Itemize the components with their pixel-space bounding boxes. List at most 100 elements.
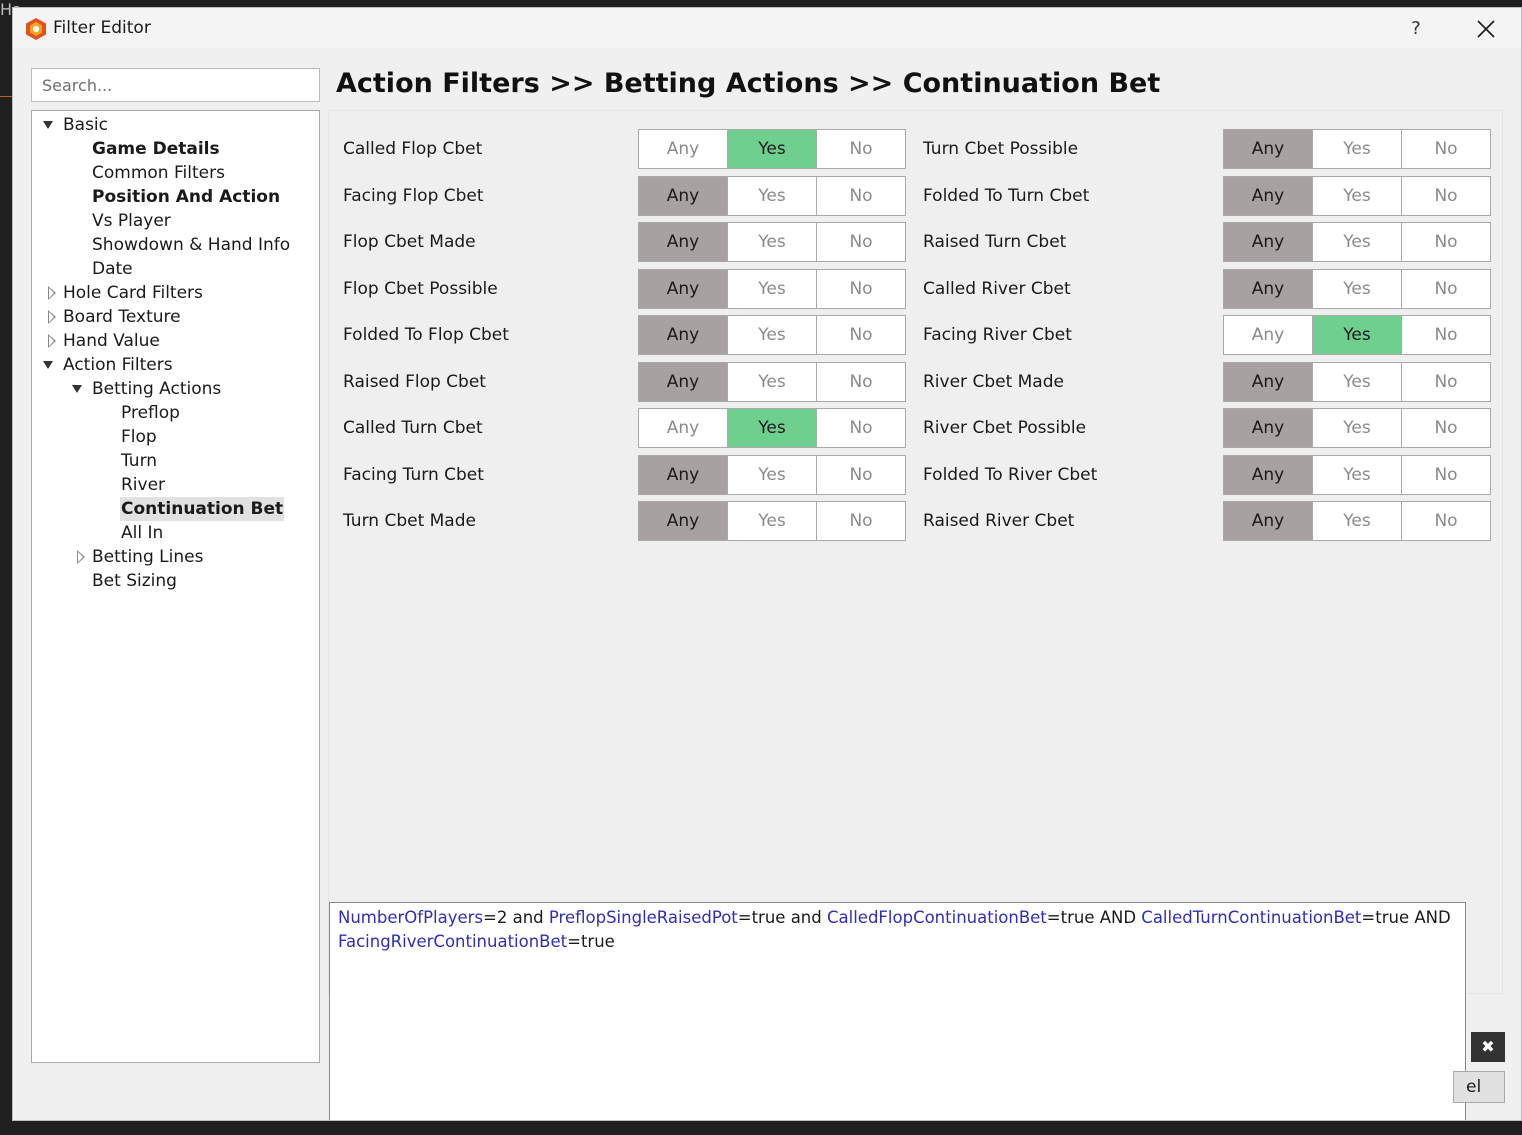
tree-item-bet-sizing[interactable]: Bet Sizing xyxy=(32,569,319,593)
option-any-button[interactable]: Any xyxy=(1223,176,1313,216)
option-any-button[interactable]: Any xyxy=(1223,269,1313,309)
tree-item-vs-player[interactable]: Vs Player xyxy=(32,209,319,233)
option-no-button[interactable]: No xyxy=(1401,362,1491,402)
filter-label-called-turn-cbet: Called Turn Cbet xyxy=(343,418,483,438)
tree-item-position-and-action[interactable]: Position And Action xyxy=(32,185,319,209)
tree-item-betting-lines[interactable]: Betting Lines xyxy=(32,545,319,569)
tree-item-action-filters[interactable]: Action Filters xyxy=(32,353,319,377)
option-no-button[interactable]: No xyxy=(816,129,906,169)
option-any-button[interactable]: Any xyxy=(638,269,728,309)
toggle-group-turn-cbet-possible: Any Yes No xyxy=(1223,129,1493,169)
toggle-group-folded-to-river-cbet: Any Yes No xyxy=(1223,455,1493,495)
collapsed-arrow-icon[interactable] xyxy=(48,310,56,324)
expanded-arrow-icon[interactable] xyxy=(43,361,53,369)
option-yes-button[interactable]: Yes xyxy=(1312,501,1402,541)
option-any-button[interactable]: Any xyxy=(638,176,728,216)
option-yes-button[interactable]: Yes xyxy=(1312,362,1402,402)
option-any-button[interactable]: Any xyxy=(638,501,728,541)
tree-item-hand-value[interactable]: Hand Value xyxy=(32,329,319,353)
tree-item-flop[interactable]: Flop xyxy=(32,425,319,449)
close-button[interactable] xyxy=(1468,14,1504,44)
option-any-button[interactable]: Any xyxy=(1223,315,1313,355)
option-any-button[interactable]: Any xyxy=(1223,455,1313,495)
option-any-button[interactable]: Any xyxy=(638,408,728,448)
option-yes-button[interactable]: Yes xyxy=(1312,408,1402,448)
collapsed-arrow-icon[interactable] xyxy=(48,334,56,348)
option-any-button[interactable]: Any xyxy=(638,129,728,169)
tree-item-all-in[interactable]: All In xyxy=(32,521,319,545)
option-yes-button[interactable]: Yes xyxy=(727,362,817,402)
expression-field-name: FacingRiverContinuationBet xyxy=(338,932,568,951)
option-yes-button[interactable]: Yes xyxy=(727,501,817,541)
option-any-button[interactable]: Any xyxy=(1223,362,1313,402)
tree-item-common-filters[interactable]: Common Filters xyxy=(32,161,319,185)
filter-label-folded-to-turn-cbet: Folded To Turn Cbet xyxy=(923,186,1090,206)
expanded-arrow-icon[interactable] xyxy=(43,121,53,129)
expression-field-name: CalledTurnContinuationBet xyxy=(1141,908,1362,927)
option-no-button[interactable]: No xyxy=(1401,455,1491,495)
filter-expression-box[interactable]: NumberOfPlayers=2 and PreflopSingleRaise… xyxy=(329,902,1466,1120)
tree-item-game-details[interactable]: Game Details xyxy=(32,137,319,161)
expression-operator-text: =true AND xyxy=(1046,908,1142,927)
option-no-button[interactable]: No xyxy=(1401,315,1491,355)
option-no-button[interactable]: No xyxy=(816,501,906,541)
help-button[interactable]: ? xyxy=(1399,16,1433,42)
option-no-button[interactable]: No xyxy=(1401,176,1491,216)
tree-item-date[interactable]: Date xyxy=(32,257,319,281)
tree-item-showdown-hand-info[interactable]: Showdown & Hand Info xyxy=(32,233,319,257)
option-yes-button[interactable]: Yes xyxy=(1312,129,1402,169)
option-no-button[interactable]: No xyxy=(816,408,906,448)
option-yes-button[interactable]: Yes xyxy=(1312,176,1402,216)
option-any-button[interactable]: Any xyxy=(1223,222,1313,262)
tree-item-board-texture[interactable]: Board Texture xyxy=(32,305,319,329)
option-yes-button[interactable]: Yes xyxy=(727,315,817,355)
tree-item-betting-actions[interactable]: Betting Actions xyxy=(32,377,319,401)
option-yes-button[interactable]: Yes xyxy=(1312,315,1402,355)
option-any-button[interactable]: Any xyxy=(1223,501,1313,541)
collapsed-arrow-icon[interactable] xyxy=(77,550,85,564)
option-yes-button[interactable]: Yes xyxy=(727,455,817,495)
option-yes-button[interactable]: Yes xyxy=(727,269,817,309)
clear-expression-button[interactable]: ✖ xyxy=(1471,1032,1505,1062)
tree-item-turn[interactable]: Turn xyxy=(32,449,319,473)
option-any-button[interactable]: Any xyxy=(1223,408,1313,448)
option-any-button[interactable]: Any xyxy=(638,455,728,495)
option-any-button[interactable]: Any xyxy=(1223,129,1313,169)
filter-label-turn-cbet-possible: Turn Cbet Possible xyxy=(923,139,1079,159)
cancel-button[interactable]: el xyxy=(1453,1071,1505,1103)
option-yes-button[interactable]: Yes xyxy=(727,176,817,216)
option-no-button[interactable]: No xyxy=(1401,501,1491,541)
tree-item-hole-card-filters[interactable]: Hole Card Filters xyxy=(32,281,319,305)
tree-item-basic[interactable]: Basic xyxy=(32,113,319,137)
tree-item-preflop[interactable]: Preflop xyxy=(32,401,319,425)
search-input[interactable] xyxy=(31,68,320,102)
tree-item-label: Position And Action xyxy=(92,187,281,207)
option-any-button[interactable]: Any xyxy=(638,315,728,355)
option-no-button[interactable]: No xyxy=(816,269,906,309)
toggle-group-flop-cbet-made: Any Yes No xyxy=(638,222,908,262)
option-yes-button[interactable]: Yes xyxy=(727,222,817,262)
option-no-button[interactable]: No xyxy=(816,362,906,402)
option-no-button[interactable]: No xyxy=(816,315,906,355)
option-no-button[interactable]: No xyxy=(1401,129,1491,169)
option-no-button[interactable]: No xyxy=(816,455,906,495)
option-no-button[interactable]: No xyxy=(816,222,906,262)
option-any-button[interactable]: Any xyxy=(638,362,728,402)
option-no-button[interactable]: No xyxy=(816,176,906,216)
tree-item-label: Action Filters xyxy=(63,355,173,375)
expression-field-name: PreflopSingleRaisedPot xyxy=(548,908,738,927)
option-no-button[interactable]: No xyxy=(1401,222,1491,262)
option-yes-button[interactable]: Yes xyxy=(727,129,817,169)
option-no-button[interactable]: No xyxy=(1401,408,1491,448)
tree-item-continuation-bet[interactable]: Continuation Bet xyxy=(32,497,319,521)
option-yes-button[interactable]: Yes xyxy=(1312,455,1402,495)
option-no-button[interactable]: No xyxy=(1401,269,1491,309)
tree-item-label: Showdown & Hand Info xyxy=(92,235,291,255)
option-yes-button[interactable]: Yes xyxy=(1312,222,1402,262)
option-any-button[interactable]: Any xyxy=(638,222,728,262)
option-yes-button[interactable]: Yes xyxy=(727,408,817,448)
collapsed-arrow-icon[interactable] xyxy=(48,286,56,300)
option-yes-button[interactable]: Yes xyxy=(1312,269,1402,309)
tree-item-river[interactable]: River xyxy=(32,473,319,497)
expanded-arrow-icon[interactable] xyxy=(72,385,82,393)
